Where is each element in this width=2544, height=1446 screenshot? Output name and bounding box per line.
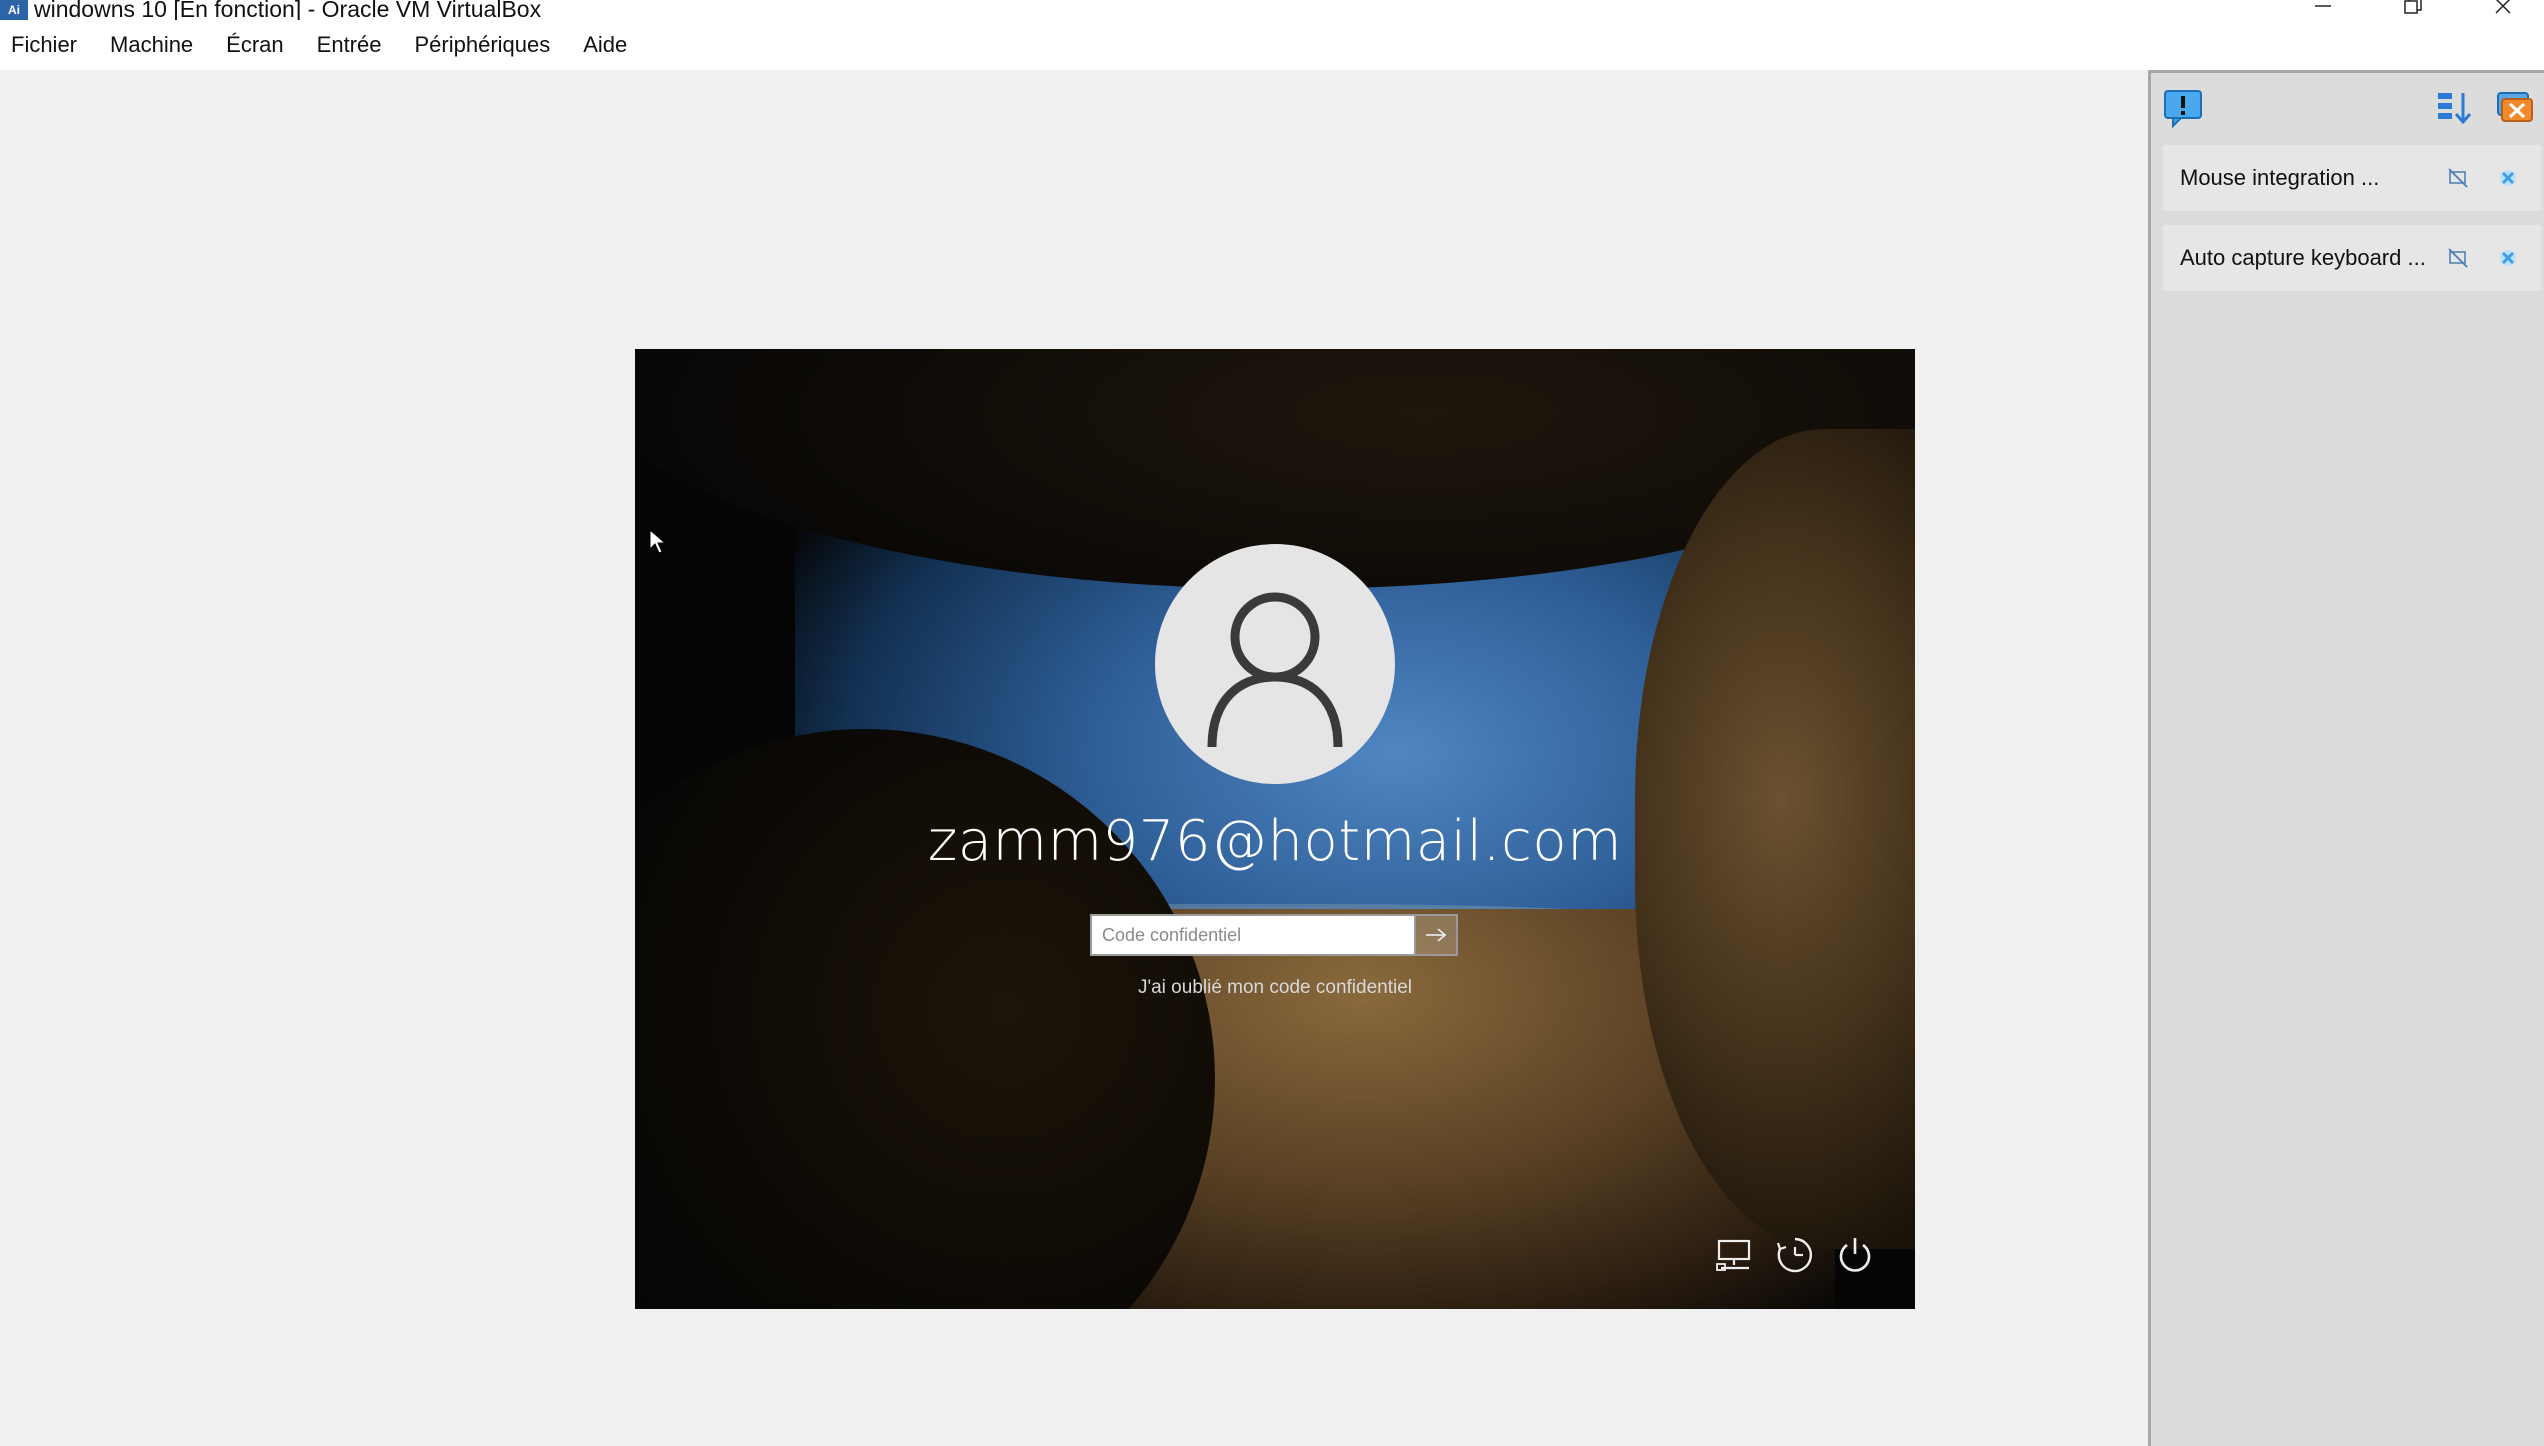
notification-center: Mouse integration ... Auto capture keybo… [2148,70,2544,1446]
mute-notification-icon [2448,168,2468,188]
notification-alert-icon [2164,90,2202,128]
notification-label: Mouse integration ... [2180,165,2380,190]
menu-machine[interactable]: Machine [110,32,193,58]
minimize-icon [2315,5,2331,7]
sort-notifications-button[interactable] [2434,88,2474,128]
close-icon [2500,250,2516,266]
restore-button[interactable] [2368,0,2458,20]
menu-fichier[interactable]: Fichier [11,32,77,58]
menu-ecran[interactable]: Écran [226,32,283,58]
mute-notification-icon [2448,248,2468,268]
account-name: zamm976@hotmail.com [927,809,1623,874]
menu-entree[interactable]: Entrée [317,32,382,58]
menu-aide[interactable]: Aide [583,32,627,58]
notification-mouse-integration[interactable]: Mouse integration ... [2163,145,2541,211]
title-bar: Ai windowns 10 [En fonction] - Oracle VM… [0,0,2544,22]
user-avatar [1155,544,1395,784]
sort-icon [2438,93,2472,125]
mouse-pointer-icon [649,529,667,554]
minimize-button[interactable] [2278,0,2368,20]
menu-bar: Fichier Machine Écran Entrée Périphériqu… [0,20,2544,70]
network-button[interactable] [1713,1233,1757,1277]
ease-of-access-button[interactable] [1773,1233,1817,1277]
ease-of-access-icon [1776,1237,1812,1273]
notification-close-button[interactable] [2495,245,2521,271]
close-window-button[interactable] [2458,0,2544,20]
dismiss-all-icon [2497,92,2533,122]
forgot-pin-link[interactable]: J'ai oublié mon code confidentiel [635,977,1915,999]
notification-center-toggle[interactable] [2163,88,2203,128]
notification-mute-button[interactable] [2445,165,2471,191]
close-icon [2500,170,2516,186]
vm-display-area: zamm976@hotmail.com J'ai oublié mon code… [0,70,2148,1446]
restore-icon [2404,0,2422,14]
close-icon [2495,0,2511,14]
pin-entry [1090,914,1458,956]
virtualbox-app-icon: Ai [0,0,28,20]
notification-label: Auto capture keyboard ... [2180,245,2426,270]
pin-submit-button[interactable] [1416,914,1458,956]
user-icon [1207,592,1343,748]
menu-peripheriques[interactable]: Périphériques [414,32,550,58]
arrow-right-icon [1426,928,1447,942]
dismiss-all-button[interactable] [2494,88,2534,128]
notification-mute-button[interactable] [2445,245,2471,271]
network-icon [1716,1239,1751,1271]
notification-auto-capture-keyboard[interactable]: Auto capture keyboard ... [2163,225,2541,291]
vm-screen[interactable]: zamm976@hotmail.com J'ai oublié mon code… [635,349,1915,1309]
pin-input[interactable] [1090,914,1416,956]
notification-close-button[interactable] [2495,165,2521,191]
power-button[interactable] [1833,1233,1877,1277]
power-icon [1839,1238,1871,1272]
